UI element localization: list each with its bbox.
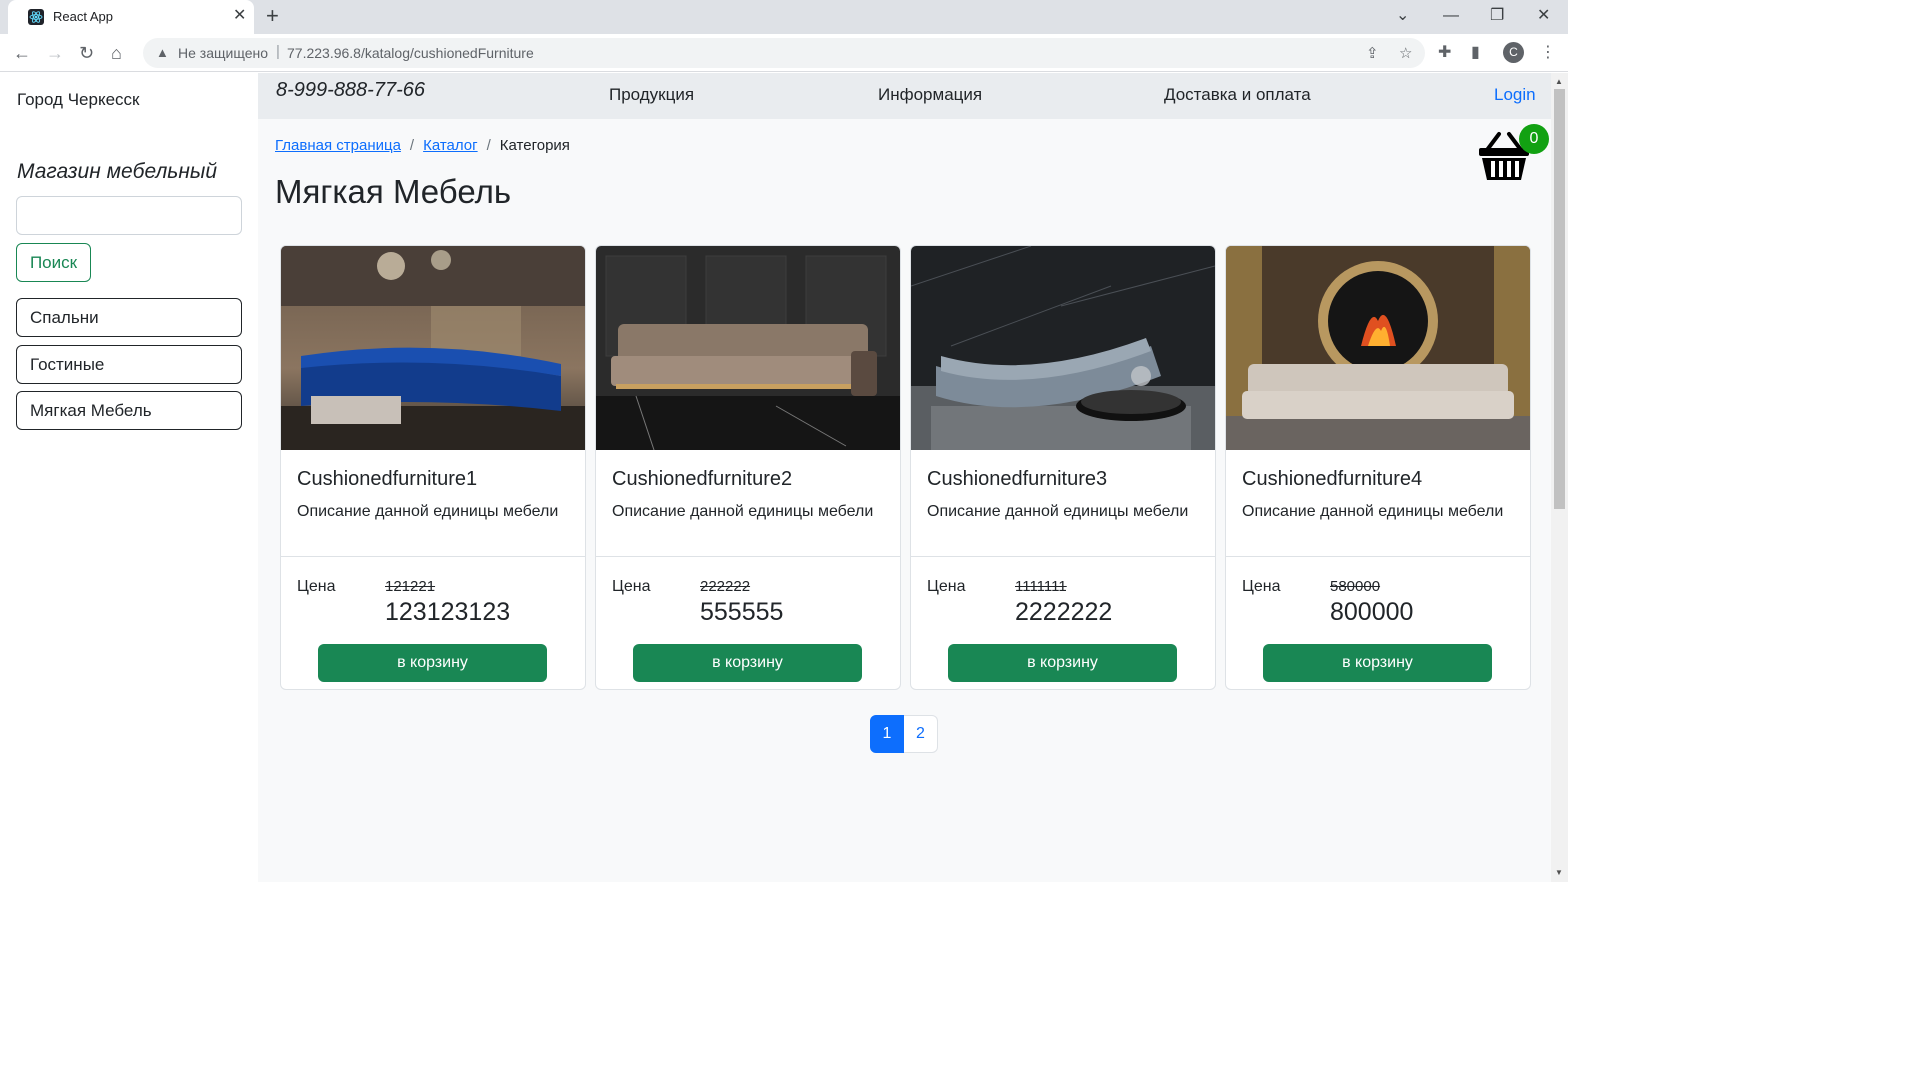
bookmark-star-icon[interactable]: ☆ — [1399, 44, 1412, 62]
breadcrumb-separator: / — [409, 137, 415, 154]
product-footer: Цена 1111111 2222222 в корзину — [911, 556, 1215, 689]
add-to-cart-button[interactable]: в корзину — [318, 644, 547, 682]
web-page: Город Черкесск Магазин мебельный Поиск С… — [0, 73, 1551, 882]
current-price: 800000 — [1330, 598, 1414, 626]
product-card: Cushionedfurniture2 Описание данной един… — [595, 245, 901, 690]
reload-icon[interactable]: ↻ — [79, 43, 94, 63]
product-image-bronze-sofa[interactable] — [596, 246, 900, 450]
product-card: Cushionedfurniture1 Описание данной един… — [280, 245, 586, 690]
breadcrumb-catalog-link[interactable]: Каталог — [423, 137, 478, 154]
top-navigation: 8-999-888-77-66 Продукция Информация Дос… — [258, 73, 1551, 119]
nav-link-products[interactable]: Продукция — [609, 85, 694, 105]
scroll-thumb[interactable] — [1554, 89, 1565, 509]
product-description: Описание данной единицы мебели — [612, 503, 874, 520]
product-card: Cushionedfurniture4 Описание данной един… — [1225, 245, 1531, 690]
price-label: Цена — [612, 578, 651, 595]
category-soft-furniture-button[interactable]: Мягкая Мебель — [16, 391, 242, 430]
cart-count-badge[interactable]: 0 — [1519, 124, 1549, 154]
extensions-icon[interactable]: ✚ — [1438, 43, 1451, 63]
old-price: 121221 — [385, 578, 436, 595]
price-label: Цена — [1242, 578, 1281, 595]
page-2-button[interactable]: 2 — [904, 715, 938, 753]
search-input[interactable] — [16, 196, 242, 235]
city-label: Город Черкесск — [17, 90, 140, 109]
breadcrumb-separator: / — [486, 137, 491, 154]
page-1-button[interactable]: 1 — [870, 715, 904, 753]
address-separator: | — [276, 43, 280, 60]
current-price: 123123123 — [385, 598, 511, 626]
search-button[interactable]: Поиск — [16, 243, 91, 282]
home-icon[interactable]: ⌂ — [111, 43, 122, 63]
new-tab-button[interactable]: + — [266, 5, 279, 27]
product-name[interactable]: Cushionedfurniture3 — [927, 468, 1107, 491]
menu-kebab-icon[interactable]: ⋮ — [1540, 43, 1556, 63]
insecure-label[interactable]: Не защищено — [178, 45, 268, 61]
window-close-icon[interactable]: ✕ — [1537, 6, 1550, 26]
share-icon[interactable]: ⇪ — [1366, 44, 1379, 62]
breadcrumb-current: Категория — [499, 137, 570, 154]
current-price: 2222222 — [1015, 598, 1113, 626]
scroll-down-icon[interactable]: ▼ — [1555, 868, 1563, 877]
product-card: Cushionedfurniture3 Описание данной един… — [910, 245, 1216, 690]
nav-link-information[interactable]: Информация — [878, 85, 982, 105]
old-price: 1111111 — [1015, 578, 1067, 595]
sidebar: Город Черкесск Магазин мебельный Поиск С… — [0, 73, 258, 882]
page-title: Мягкая Мебель — [275, 173, 512, 210]
tab-title: React App — [53, 9, 113, 24]
product-description: Описание данной единицы мебели — [297, 503, 559, 520]
restore-icon[interactable]: ❐ — [1490, 6, 1504, 26]
product-name[interactable]: Cushionedfurniture1 — [297, 468, 477, 491]
current-price: 555555 — [700, 598, 784, 626]
product-image-cream-sofa[interactable] — [1226, 246, 1530, 450]
nav-link-delivery[interactable]: Доставка и оплата — [1164, 85, 1311, 105]
category-bedrooms-button[interactable]: Спальни — [16, 298, 242, 337]
browser-toolbar: ← → ↻ ⌂ ▲ Не защищено | 77.223.96.8/kata… — [0, 34, 1568, 72]
tab-search-icon[interactable]: ⌄ — [1396, 6, 1409, 26]
breadcrumb: Главная страница / Каталог / Категория — [275, 137, 570, 154]
breadcrumb-home-link[interactable]: Главная страница — [275, 137, 401, 154]
forward-icon[interactable]: → — [46, 43, 64, 63]
price-label: Цена — [927, 578, 966, 595]
old-price: 580000 — [1330, 578, 1381, 595]
browser-tab[interactable]: React App ✕ — [8, 0, 254, 34]
page-scrollbar[interactable]: ▲ ▼ — [1551, 73, 1568, 882]
address-bar[interactable]: ▲ Не защищено | 77.223.96.8/katalog/cush… — [143, 38, 1425, 68]
pagination: 1 2 — [870, 715, 938, 753]
main-content: 8-999-888-77-66 Продукция Информация Дос… — [258, 73, 1551, 882]
category-living-rooms-button[interactable]: Гостиные — [16, 345, 242, 384]
back-icon[interactable]: ← — [13, 43, 31, 63]
url-text[interactable]: 77.223.96.8/katalog/cushionedFurniture — [287, 45, 534, 61]
price-label: Цена — [297, 578, 336, 595]
scroll-up-icon[interactable]: ▲ — [1555, 77, 1563, 86]
product-description: Описание данной единицы мебели — [1242, 503, 1504, 520]
product-footer: Цена 222222 555555 в корзину — [596, 556, 900, 689]
shop-title: Магазин мебельный — [17, 160, 218, 183]
add-to-cart-button[interactable]: в корзину — [633, 644, 862, 682]
product-description: Описание данной единицы мебели — [927, 503, 1189, 520]
phone-number: 8-999-888-77-66 — [276, 79, 425, 101]
product-image-grey-sofa[interactable] — [911, 246, 1215, 450]
login-link[interactable]: Login — [1494, 85, 1536, 105]
product-footer: Цена 121221 123123123 в корзину — [281, 556, 585, 689]
minimize-icon[interactable]: — — [1443, 6, 1459, 26]
tab-close-icon[interactable]: ✕ — [233, 7, 246, 25]
profile-avatar[interactable]: C — [1503, 42, 1524, 63]
old-price: 222222 — [700, 578, 751, 595]
product-name[interactable]: Cushionedfurniture2 — [612, 468, 792, 491]
react-logo-icon — [28, 9, 44, 25]
add-to-cart-button[interactable]: в корзину — [1263, 644, 1492, 682]
browser-tab-bar: React App ✕ + ⌄ — ❐ ✕ — [0, 0, 1568, 34]
warning-icon[interactable]: ▲ — [156, 45, 169, 60]
product-image-blue-sofa[interactable] — [281, 246, 585, 450]
side-panel-icon[interactable]: ▮ — [1471, 43, 1480, 63]
add-to-cart-button[interactable]: в корзину — [948, 644, 1177, 682]
product-footer: Цена 580000 800000 в корзину — [1226, 556, 1530, 689]
product-name[interactable]: Cushionedfurniture4 — [1242, 468, 1422, 491]
